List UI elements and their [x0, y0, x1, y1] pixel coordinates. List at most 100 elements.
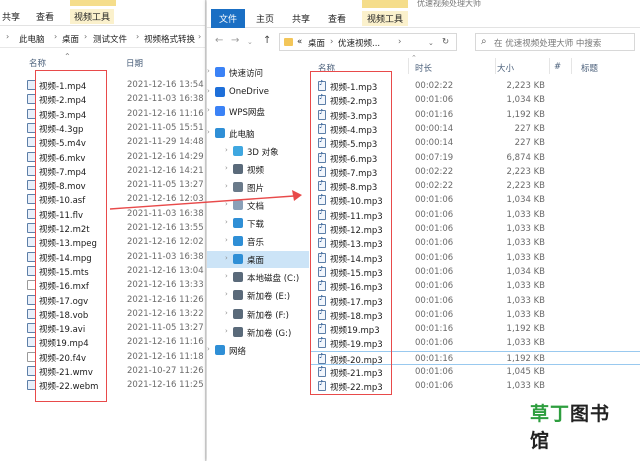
expand-chevron-icon[interactable]: ›	[225, 290, 228, 298]
recent-dropdown-icon[interactable]: ⌄	[247, 38, 253, 46]
nav-item[interactable]: › 音乐	[207, 233, 309, 250]
file-duration: 00:02:22	[415, 181, 454, 192]
breadcrumb-youshu[interactable]: 优速视频...	[338, 37, 380, 49]
highlight-box-output	[310, 71, 392, 395]
breadcrumb-overflow[interactable]: «	[297, 37, 302, 47]
file-duration: 00:01:16	[415, 109, 454, 120]
expand-chevron-icon[interactable]: ›	[225, 272, 228, 280]
file-duration: 00:01:06	[415, 281, 454, 292]
nav-item[interactable]: › 新加卷 (G:)	[207, 324, 309, 341]
file-duration: 00:01:06	[415, 295, 454, 306]
video-icon	[233, 164, 243, 174]
file-size: 1,033 KB	[506, 338, 545, 349]
file-duration: 00:01:06	[415, 224, 454, 234]
drive-icon	[233, 272, 243, 282]
file-size: 227 KB	[514, 123, 545, 134]
nav-item[interactable]: › 快速访问	[207, 64, 309, 81]
breadcrumb-desktop[interactable]: 桌面	[62, 33, 79, 45]
file-date: 2021-11-03 16:38	[127, 94, 204, 105]
expand-chevron-icon[interactable]: ›	[207, 67, 210, 75]
breadcrumb-desktop[interactable]: 桌面	[308, 37, 325, 49]
nav-item[interactable]: › 网络	[207, 342, 309, 359]
tab-home[interactable]: 主页	[251, 11, 279, 26]
nav-item[interactable]: › 3D 对象	[207, 143, 309, 160]
left-column-header: 名称 日期	[0, 54, 205, 70]
nav-item[interactable]: › 桌面	[207, 251, 309, 268]
up-arrow-icon[interactable]: ↑	[263, 35, 271, 46]
nav-item-label: 快速访问	[229, 69, 264, 79]
drive-icon	[233, 290, 243, 300]
context-tab-header	[362, 0, 408, 8]
back-arrow-icon[interactable]: ←	[215, 35, 223, 46]
nav-item-label: 3D 对象	[247, 148, 279, 158]
expand-chevron-icon[interactable]: ›	[225, 254, 228, 262]
file-size: 1,192 KB	[506, 109, 545, 120]
file-size: 1,034 KB	[506, 266, 545, 277]
column-rating[interactable]: #	[554, 62, 561, 72]
expand-chevron-icon[interactable]: ›	[207, 128, 210, 136]
column-size[interactable]: 大小	[497, 62, 514, 74]
column-duration[interactable]: 时长	[415, 62, 432, 74]
chevron-right-icon: ›	[6, 32, 10, 41]
address-dropdown-icon[interactable]: ⌄	[428, 39, 434, 47]
highlight-box-source	[35, 70, 107, 402]
column-divider	[571, 58, 572, 74]
tab-video-tools[interactable]: 视频工具	[362, 11, 409, 26]
nav-item[interactable]: › 本地磁盘 (C:)	[207, 269, 309, 286]
tab-file[interactable]: 文件	[211, 9, 246, 28]
expand-chevron-icon[interactable]: ›	[225, 327, 228, 335]
chevron-right-icon: ›	[84, 32, 88, 41]
refresh-icon[interactable]: ↻	[442, 37, 449, 47]
computer-icon	[215, 128, 225, 138]
watermark-part-1: 草丁	[530, 403, 571, 425]
nav-item[interactable]: › WPS网盘	[207, 103, 309, 120]
nav-item[interactable]: › 此电脑	[207, 125, 309, 142]
right-address-bar[interactable]: « 桌面 › 优速视频... › ⌄ ↻	[279, 33, 457, 51]
breadcrumb-this-pc[interactable]: 此电脑	[19, 33, 45, 45]
nav-item-label: 新加卷 (G:)	[247, 329, 292, 339]
nav-item-label: 新加卷 (E:)	[247, 292, 291, 302]
nav-item[interactable]: › 视频	[207, 161, 309, 178]
forward-arrow-icon[interactable]: →	[231, 35, 239, 46]
music-icon	[233, 236, 243, 246]
arrow-head	[292, 190, 302, 201]
breadcrumb-test-files[interactable]: 测试文件	[93, 33, 127, 45]
column-date[interactable]: 日期	[126, 57, 143, 69]
cube-icon	[233, 146, 243, 156]
nav-item-label: 新加卷 (F:)	[247, 311, 289, 321]
tab-view[interactable]: 查看	[323, 11, 351, 26]
expand-chevron-icon[interactable]: ›	[207, 87, 210, 95]
column-divider	[495, 58, 496, 74]
network-icon	[215, 345, 225, 355]
file-duration: 00:01:06	[415, 381, 454, 392]
breadcrumb-video-convert[interactable]: 视频格式转换	[144, 33, 195, 45]
cloud-icon	[215, 106, 225, 116]
nav-item[interactable]: › 新加卷 (F:)	[207, 306, 309, 323]
tab-share[interactable]: 共享	[287, 11, 315, 26]
nav-item[interactable]: › 下载	[207, 215, 309, 232]
expand-chevron-icon[interactable]: ›	[225, 309, 228, 317]
file-size: 1,034 KB	[506, 95, 545, 106]
left-address-bar[interactable]: › 此电脑 › 桌面 › 测试文件 › 视频格式转换 ›	[0, 28, 205, 48]
file-date: 2021-12-16 13:22	[127, 308, 204, 319]
file-duration: 00:01:06	[415, 195, 454, 206]
chevron-right-icon: ›	[198, 32, 202, 41]
expand-chevron-icon[interactable]: ›	[225, 236, 228, 244]
desktop-icon	[233, 254, 243, 264]
column-name[interactable]: 名称	[29, 57, 46, 69]
tab-view[interactable]: 查看	[36, 10, 54, 23]
column-title[interactable]: 标题	[581, 62, 598, 74]
tab-share[interactable]: 共享	[2, 10, 20, 23]
file-size: 1,033 KB	[506, 295, 545, 306]
file-date: 2021-12-16 13:54	[127, 80, 204, 90]
nav-item[interactable]: › OneDrive	[207, 84, 309, 101]
search-box[interactable]: ⌕ 在 优速视频处理大师 中搜索	[475, 33, 635, 51]
file-date: 2021-11-29 14:48	[127, 137, 204, 148]
expand-chevron-icon[interactable]: ›	[225, 218, 228, 226]
expand-chevron-icon[interactable]: ›	[225, 146, 228, 154]
expand-chevron-icon[interactable]: ›	[207, 106, 210, 114]
expand-chevron-icon[interactable]: ›	[207, 345, 210, 353]
tab-video-tools[interactable]: 视频工具	[70, 9, 115, 24]
expand-chevron-icon[interactable]: ›	[225, 164, 228, 172]
nav-item[interactable]: › 新加卷 (E:)	[207, 287, 309, 304]
